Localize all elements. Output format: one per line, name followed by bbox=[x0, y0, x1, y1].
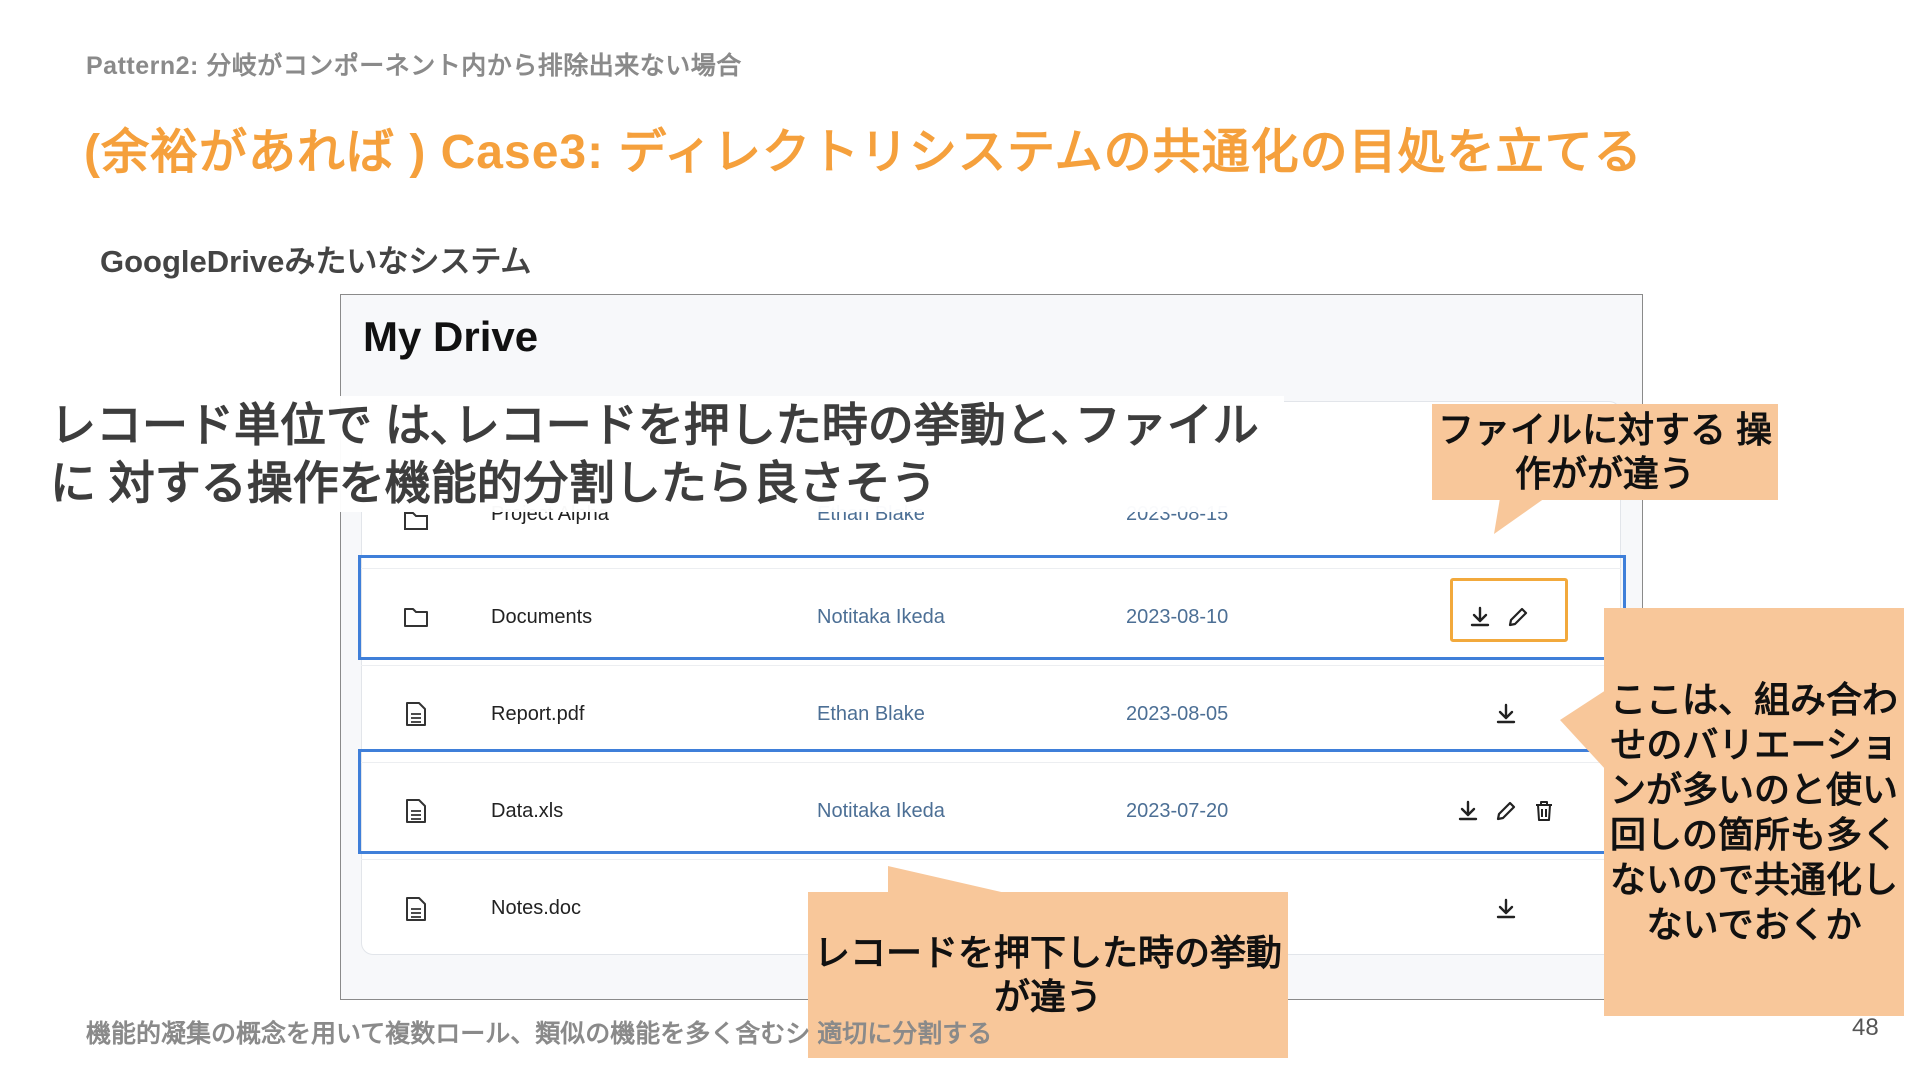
page-number: 48 bbox=[1852, 1014, 1879, 1041]
edit-icon[interactable] bbox=[1503, 602, 1533, 632]
edit-icon[interactable] bbox=[1491, 796, 1521, 826]
file-name: Report.pdf bbox=[491, 702, 585, 725]
file-icon bbox=[399, 697, 433, 731]
table-row[interactable]: Documents Notitaka Ikeda 2023-08-10 bbox=[361, 569, 1621, 666]
download-icon[interactable] bbox=[1491, 699, 1521, 729]
file-date: 2023-07-20 bbox=[1126, 799, 1229, 822]
slide-title: (余裕があれば ) Case3: ディレクトリシステムの共通化の目処を立てる bbox=[84, 126, 1643, 179]
file-icon bbox=[399, 794, 433, 828]
pattern-label: Pattern2: 分岐がコンポーネント内から排除出来ない場合 bbox=[86, 52, 742, 80]
callout-combination-note: ここは、組み合わせのバリエーションが多いのと使い回しの箇所も多くないので共通化し… bbox=[1604, 608, 1904, 1016]
callout-file-operations: ファイルに対する 操作がが違う bbox=[1432, 404, 1778, 500]
bottom-note: 機能的凝集の概念を用いて複数ロール、類似の機能を多く含むシ 適切に分割する bbox=[86, 1020, 993, 1048]
download-icon[interactable] bbox=[1465, 602, 1495, 632]
folder-icon bbox=[399, 600, 433, 634]
row-actions bbox=[1453, 796, 1559, 826]
file-owner: Notitaka Ikeda bbox=[817, 799, 945, 822]
download-icon[interactable] bbox=[1453, 796, 1483, 826]
subtitle: GoogleDriveみたいなシステム bbox=[100, 244, 532, 279]
file-name: Data.xls bbox=[491, 799, 564, 822]
row-actions bbox=[1491, 699, 1521, 729]
row-actions bbox=[1491, 894, 1521, 924]
table-row[interactable]: Report.pdf Ethan Blake 2023-08-05 bbox=[361, 666, 1621, 763]
download-icon[interactable] bbox=[1491, 894, 1521, 924]
overlay-text: レコード単位で は､レコードを押した時の挙動と､ファイルに 対する操作を機能的分… bbox=[44, 396, 1284, 512]
drive-title: My Drive bbox=[363, 313, 539, 360]
file-icon bbox=[399, 892, 433, 926]
delete-icon[interactable] bbox=[1529, 796, 1559, 826]
table-row[interactable]: Data.xls Notitaka Ikeda 2023-07-20 bbox=[361, 763, 1621, 860]
file-owner: Ethan Blake bbox=[817, 702, 925, 725]
row-actions bbox=[1465, 602, 1533, 632]
file-date: 2023-08-10 bbox=[1126, 605, 1229, 628]
file-name: Documents bbox=[491, 605, 593, 628]
file-owner: Notitaka Ikeda bbox=[817, 605, 945, 628]
file-name: Notes.doc bbox=[491, 897, 582, 919]
file-date: 2023-08-05 bbox=[1126, 702, 1229, 725]
